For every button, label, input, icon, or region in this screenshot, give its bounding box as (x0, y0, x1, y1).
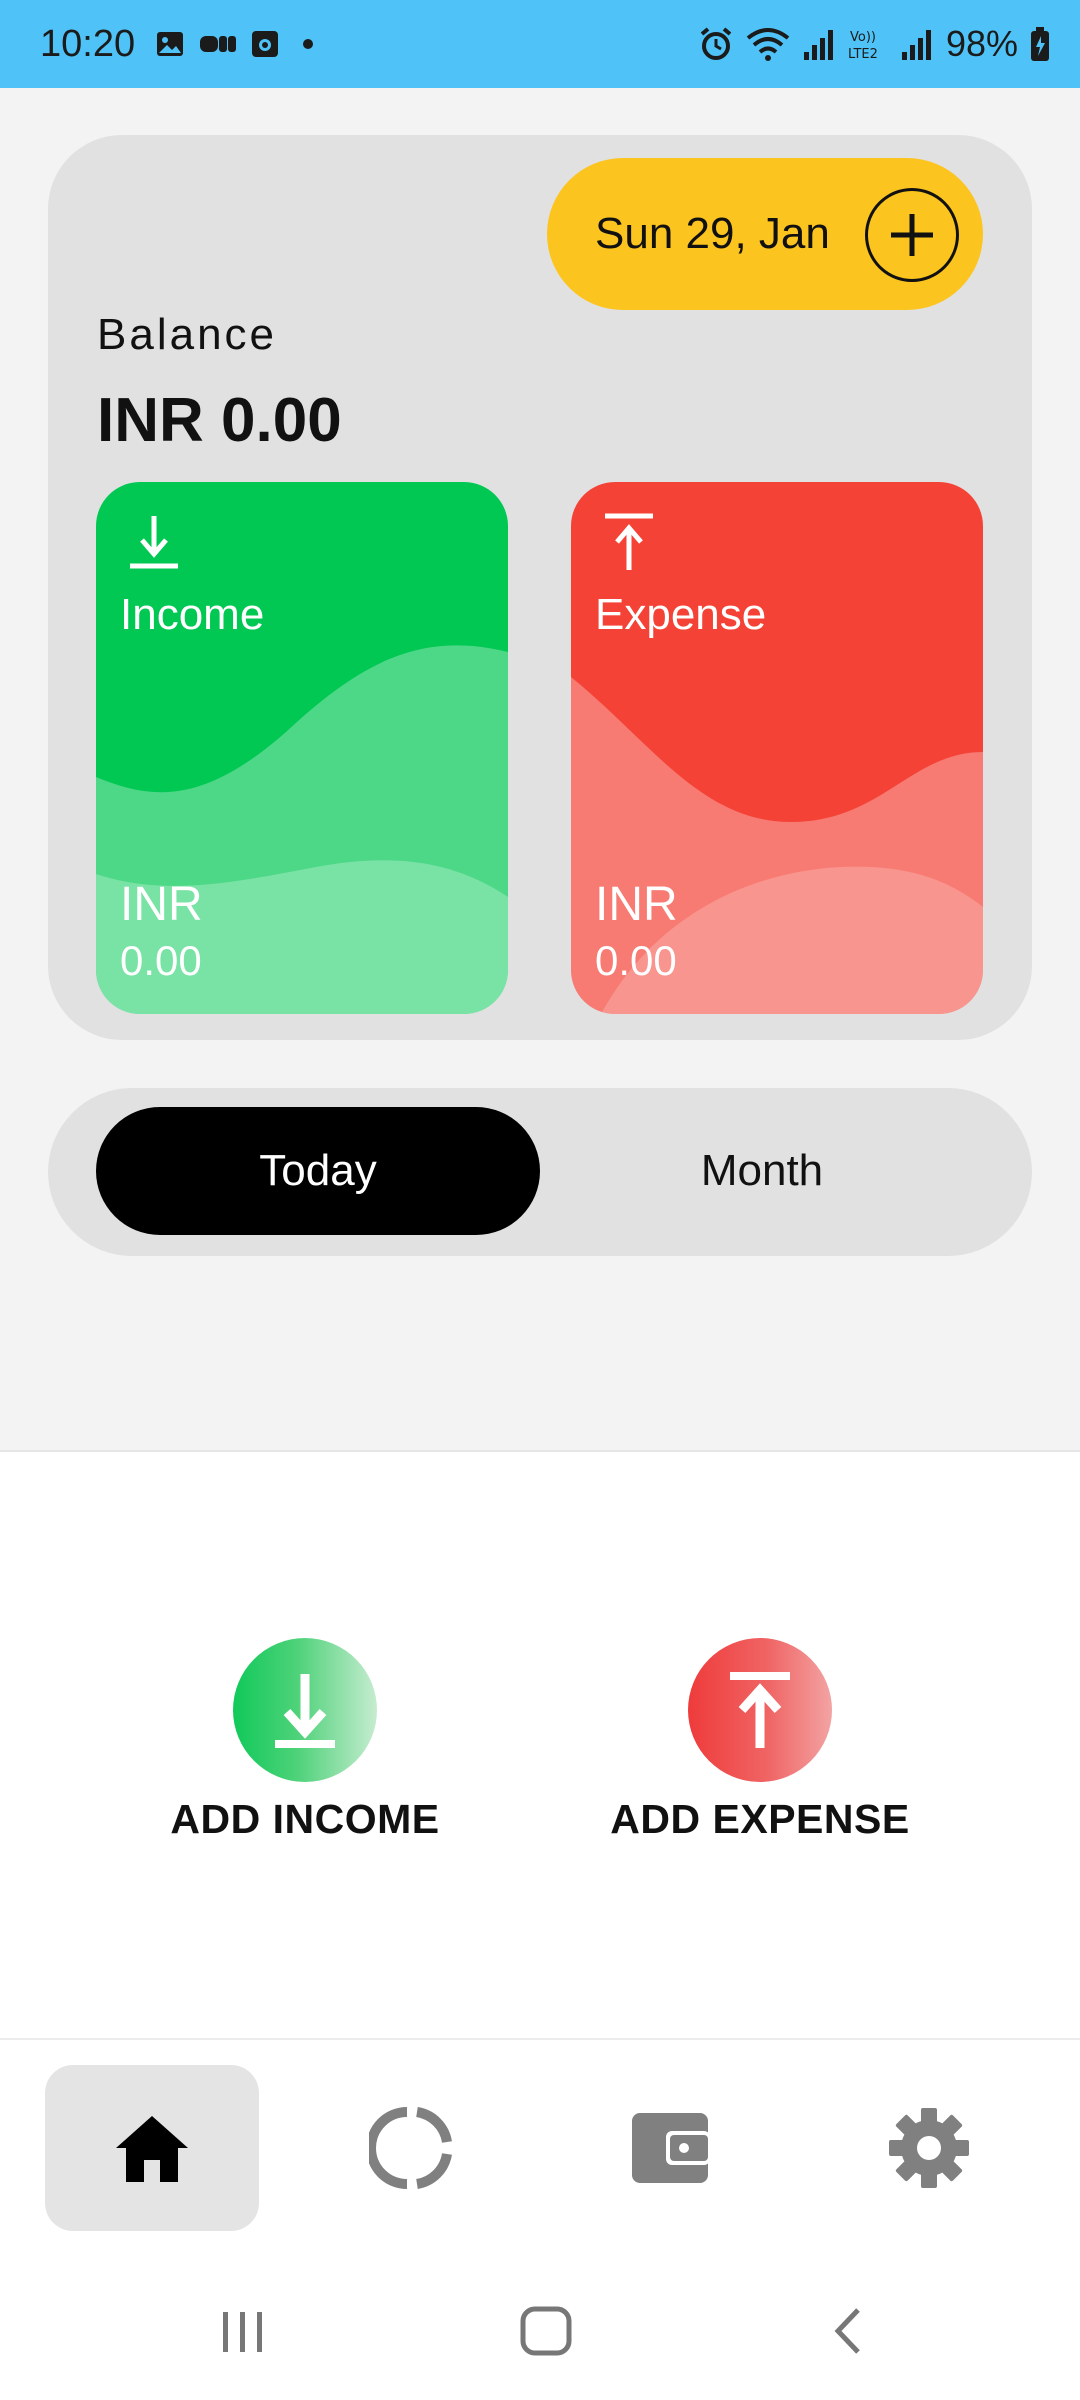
dot-icon (303, 39, 313, 49)
system-nav (0, 2256, 1080, 2400)
expense-amount: 0.00 (595, 937, 677, 984)
volte-icon: Vo)) LTE2 (848, 30, 878, 62)
wifi-icon (746, 28, 790, 61)
plus-circle-icon[interactable] (865, 188, 959, 282)
nav-home[interactable] (45, 2065, 259, 2231)
battery-icon (1031, 27, 1049, 61)
back-icon[interactable] (808, 2296, 888, 2366)
upload-icon (605, 513, 653, 570)
home-circle-icon[interactable] (506, 2296, 586, 2366)
settings-icon (889, 2108, 969, 2188)
expense-currency: INR (595, 878, 678, 931)
battery-percent: 98% (945, 23, 1018, 64)
nav-settings[interactable] (822, 2065, 1036, 2231)
balance-label: Balance (97, 310, 278, 359)
status-right-icons: Vo)) LTE2 98% (698, 0, 1050, 88)
download-icon (275, 1674, 335, 1748)
status-left-icons (155, 0, 323, 88)
tab-today[interactable]: Today (96, 1107, 540, 1235)
tab-month[interactable]: Month (540, 1107, 984, 1235)
add-income-label: ADD INCOME (170, 1796, 440, 1842)
income-title: Income (120, 590, 265, 639)
add-income-button[interactable]: ADD INCOME (135, 1638, 475, 1843)
date-add-button[interactable]: Sun 29, Jan (547, 158, 983, 310)
app-icon (252, 31, 278, 57)
date-label: Sun 29, Jan (595, 209, 830, 258)
income-currency: INR (120, 878, 203, 931)
alarm-icon (700, 27, 732, 60)
download-icon (130, 516, 178, 569)
gallery-icon (157, 32, 183, 56)
add-expense-button[interactable]: ADD EXPENSE (590, 1638, 930, 1843)
balance-value: INR 0.00 (97, 386, 342, 455)
signal-icon (803, 30, 833, 60)
add-expense-label: ADD EXPENSE (610, 1796, 910, 1842)
income-tile[interactable]: Income INR 0.00 (96, 482, 508, 1014)
expense-title: Expense (595, 590, 767, 639)
bottom-nav (0, 2038, 1080, 2256)
wallet-icon (632, 2113, 710, 2183)
income-amount: 0.00 (120, 937, 202, 984)
status-bar: 10:20 Vo)) LTE2 98% (0, 0, 1080, 88)
add-income-circle[interactable] (233, 1638, 377, 1782)
nav-wallet[interactable] (563, 2065, 777, 2231)
recents-icon[interactable] (203, 2296, 283, 2366)
svg-text:Vo)): Vo)) (850, 30, 876, 45)
status-time: 10:20 (40, 23, 136, 65)
nav-stats[interactable] (304, 2065, 518, 2231)
add-expense-circle[interactable] (688, 1638, 832, 1782)
media-icon (200, 36, 236, 52)
svg-text:LTE2: LTE2 (848, 47, 878, 62)
expense-tile[interactable]: Expense INR 0.00 (571, 482, 983, 1014)
upload-icon (730, 1672, 790, 1748)
home-icon (116, 2116, 188, 2182)
signal-icon (901, 30, 931, 60)
stats-icon (369, 2107, 452, 2189)
